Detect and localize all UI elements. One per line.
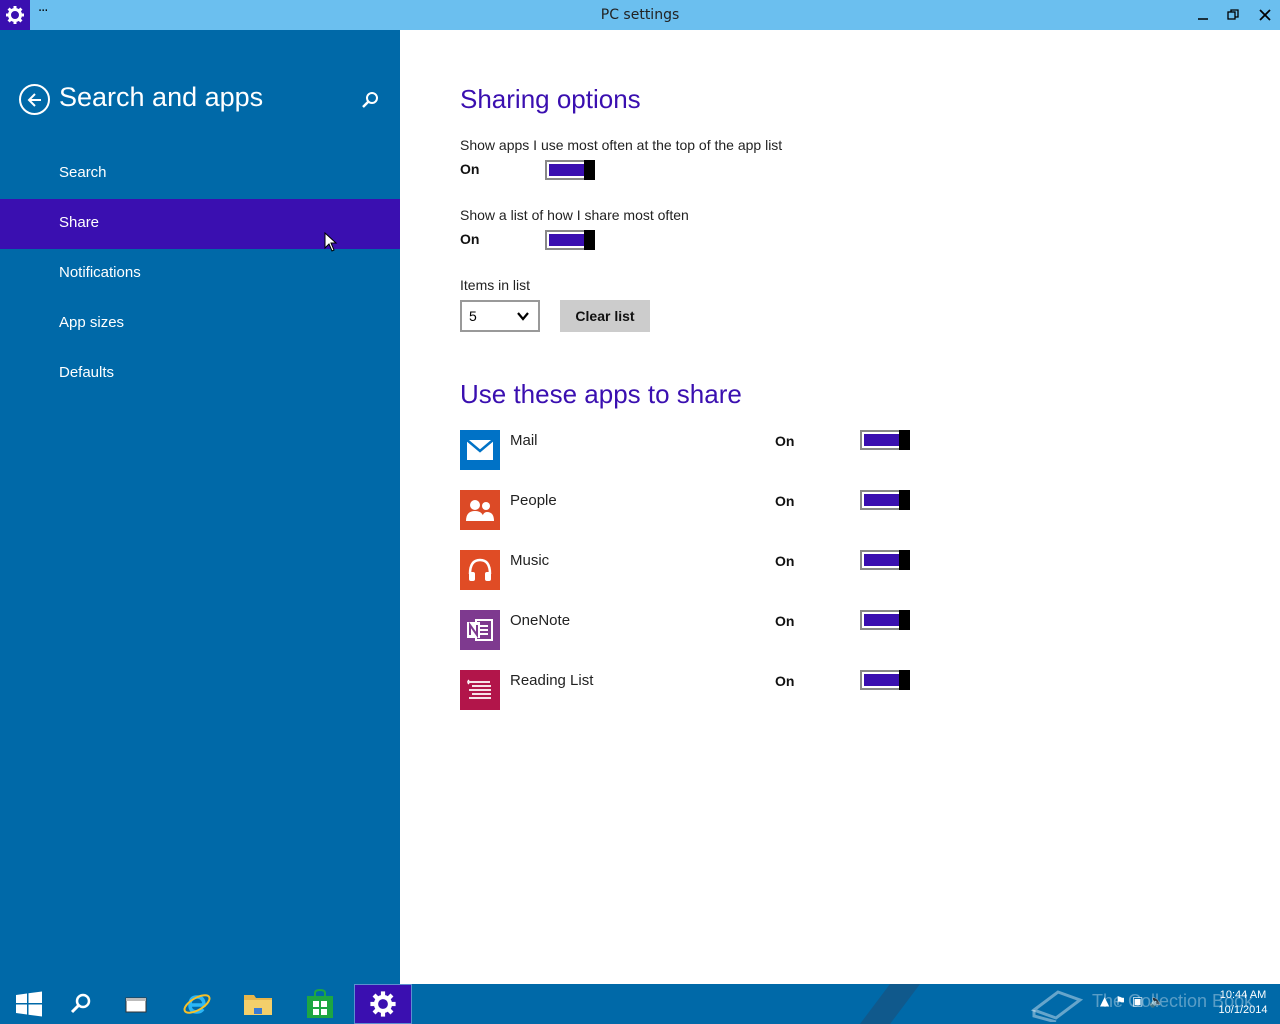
back-button[interactable] — [19, 84, 50, 115]
action-center-flag-icon[interactable]: ⚑ — [1115, 994, 1126, 1014]
setting-label-share-list: Show a list of how I share most often — [460, 207, 689, 223]
taskbar: The Collection Book ▲ ⚑ ▣ 🔈 10:44 AM 10/… — [0, 984, 1280, 1024]
app-name: Music — [510, 552, 550, 569]
toggle-state-label: On — [775, 673, 795, 689]
store-button[interactable] — [291, 984, 349, 1024]
list-item: People On — [460, 490, 920, 530]
minimize-button[interactable] — [1188, 0, 1218, 30]
sharing-options-heading: Sharing options — [460, 84, 641, 114]
toggle-state-label: On — [460, 161, 480, 177]
toggle-state-label: On — [775, 553, 795, 569]
settings-icon — [370, 991, 396, 1017]
mouse-cursor-icon — [324, 232, 338, 252]
people-share-toggle[interactable] — [860, 490, 910, 510]
onenote-icon — [460, 610, 500, 650]
taskbar-clock[interactable]: 10:44 AM 10/1/2014 — [1208, 988, 1278, 1018]
window-title: PC settings — [600, 7, 680, 23]
list-item: Reading List On — [460, 670, 920, 710]
share-apps-heading: Use these apps to share — [460, 379, 742, 409]
internet-explorer-icon — [183, 994, 211, 1014]
start-button[interactable] — [0, 984, 58, 1024]
minimize-icon — [1198, 18, 1208, 20]
search-icon[interactable] — [360, 90, 380, 110]
start-icon — [16, 991, 42, 1017]
app-name: Reading List — [510, 672, 594, 689]
nav-item-label: Share — [59, 214, 100, 231]
toggle-state-label: On — [775, 493, 795, 509]
system-tray: ▲ ⚑ ▣ 🔈 — [1100, 994, 1164, 1014]
clock-date: 10/1/2014 — [1218, 1004, 1268, 1016]
restore-button[interactable] — [1218, 0, 1248, 30]
toggle-state-label: On — [460, 231, 480, 247]
onenote-share-toggle[interactable] — [860, 610, 910, 630]
title-bar: ··· PC settings — [0, 0, 1280, 30]
book-logo-icon — [1030, 990, 1084, 1022]
items-in-list-label: Items in list — [460, 277, 531, 293]
taskbar-decoration — [860, 984, 920, 1024]
internet-explorer-button[interactable] — [168, 984, 226, 1024]
nav-item-share[interactable]: Share — [0, 199, 400, 249]
show-hidden-icons-button[interactable]: ▲ — [1100, 994, 1109, 1014]
nav-item-search[interactable]: Search — [0, 149, 400, 199]
content-pane: Sharing options Show apps I use most oft… — [400, 30, 1280, 984]
back-arrow-icon — [27, 92, 41, 107]
store-icon — [307, 989, 333, 1018]
mail-share-toggle[interactable] — [860, 430, 910, 450]
list-item: Music On — [460, 550, 920, 590]
task-view-button[interactable] — [108, 984, 166, 1024]
mail-icon — [460, 430, 500, 470]
close-button[interactable] — [1250, 0, 1280, 30]
settings-taskbar-button[interactable] — [354, 984, 412, 1024]
setting-label-frequent-apps: Show apps I use most often at the top of… — [460, 137, 783, 153]
share-list-toggle[interactable] — [545, 230, 595, 250]
task-view-icon — [125, 997, 147, 1013]
frequent-apps-toggle[interactable] — [545, 160, 595, 180]
nav-item-label: App sizes — [59, 314, 125, 331]
app-name: People — [510, 492, 557, 509]
reading-list-share-toggle[interactable] — [860, 670, 910, 690]
nav-item-notifications[interactable]: Notifications — [0, 249, 400, 299]
volume-icon[interactable]: 🔈 — [1149, 994, 1164, 1014]
nav-item-label: Notifications — [59, 264, 141, 281]
items-in-list-dropdown[interactable]: 5 — [460, 300, 540, 332]
list-item: Mail On — [460, 430, 920, 470]
restore-icon — [1227, 9, 1239, 20]
app-name: Mail — [510, 432, 538, 449]
taskbar-search-button[interactable] — [52, 984, 110, 1024]
page-title: Search and apps — [59, 82, 264, 112]
file-explorer-icon — [244, 995, 272, 1015]
music-share-toggle[interactable] — [860, 550, 910, 570]
file-explorer-button[interactable] — [229, 984, 287, 1024]
close-icon — [1259, 9, 1271, 21]
toggle-state-label: On — [775, 613, 795, 629]
navigation-pane: Search and apps Search Share Notificatio… — [0, 30, 400, 984]
app-name: OneNote — [510, 612, 571, 629]
clear-list-button[interactable]: Clear list — [560, 300, 650, 332]
search-icon — [70, 993, 91, 1014]
chevron-down-icon — [517, 312, 529, 321]
nav-item-label: Search — [59, 164, 107, 181]
network-icon[interactable]: ▣ — [1132, 994, 1143, 1014]
headphones-icon — [460, 550, 500, 590]
nav-item-app-sizes[interactable]: App sizes — [0, 299, 400, 349]
nav-item-defaults[interactable]: Defaults — [0, 349, 400, 399]
dropdown-value: 5 — [469, 308, 477, 324]
toggle-state-label: On — [775, 433, 795, 449]
clock-time: 10:44 AM — [1219, 989, 1267, 1001]
nav-item-label: Defaults — [59, 364, 115, 381]
reading-list-icon — [460, 670, 500, 710]
list-item: OneNote On — [460, 610, 920, 650]
people-icon — [460, 490, 500, 530]
